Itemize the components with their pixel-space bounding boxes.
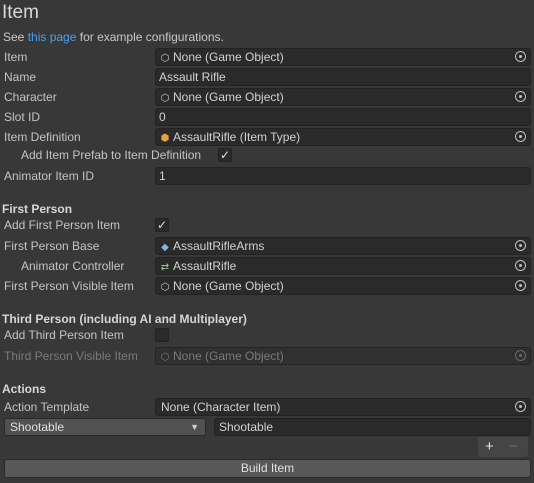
object-picker-icon[interactable] bbox=[515, 131, 526, 142]
action-name-input[interactable]: Shootable bbox=[214, 418, 531, 436]
slot-id-input[interactable]: 0 bbox=[155, 108, 531, 126]
add-third-person-checkbox[interactable] bbox=[155, 328, 169, 342]
object-picker-icon[interactable] bbox=[515, 91, 526, 102]
chevron-down-icon: ▼ bbox=[190, 422, 199, 432]
item-definition-label: Item Definition bbox=[4, 130, 81, 144]
example-config-link[interactable]: this page bbox=[28, 30, 77, 44]
list-controls: + − bbox=[478, 437, 528, 457]
cube-icon: ⬡ bbox=[160, 53, 170, 64]
item-label: Item bbox=[4, 50, 28, 64]
name-label: Name bbox=[4, 70, 37, 84]
first-person-base-value: AssaultRifleArms bbox=[173, 239, 265, 253]
help-prefix: See bbox=[3, 30, 25, 44]
action-template-field[interactable]: None (Character Item) bbox=[155, 398, 531, 416]
animator-controller-label: Animator Controller bbox=[21, 259, 125, 273]
actions-heading: Actions bbox=[2, 382, 47, 396]
page-title: Item bbox=[2, 2, 39, 23]
item-definition-field[interactable]: ⬢ AssaultRifle (Item Type) bbox=[155, 128, 531, 146]
third-person-visible-value: None (Game Object) bbox=[173, 349, 284, 363]
third-person-visible-field: ⬡ None (Game Object) bbox=[155, 347, 531, 365]
action-template-value: None (Character Item) bbox=[161, 400, 281, 414]
character-label: Character bbox=[4, 90, 57, 104]
action-template-label: Action Template bbox=[4, 400, 90, 414]
object-picker-icon[interactable] bbox=[515, 240, 526, 251]
animator-item-id-input[interactable]: 1 bbox=[155, 167, 531, 185]
animator-controller-field[interactable]: ⇄ AssaultRifle bbox=[155, 257, 531, 275]
prefab-icon: ◆ bbox=[161, 242, 169, 253]
first-person-base-field[interactable]: ◆ AssaultRifleArms bbox=[155, 237, 531, 255]
action-type-dropdown[interactable]: Shootable ▼ bbox=[4, 418, 206, 436]
item-type-icon: ⬢ bbox=[160, 133, 170, 144]
add-first-person-label: Add First Person Item bbox=[4, 218, 121, 232]
help-suffix: for example configurations. bbox=[79, 30, 224, 44]
cube-icon: ⬡ bbox=[160, 282, 170, 293]
animator-item-id-label: Animator Item ID bbox=[4, 169, 95, 183]
first-person-visible-label: First Person Visible Item bbox=[4, 279, 134, 293]
add-action-button[interactable]: + bbox=[485, 438, 494, 456]
character-field[interactable]: ⬡ None (Game Object) bbox=[155, 88, 531, 106]
first-person-base-label: First Person Base bbox=[4, 239, 100, 253]
animator-controller-value: AssaultRifle bbox=[173, 259, 237, 273]
item-definition-value: AssaultRifle (Item Type) bbox=[173, 130, 301, 144]
remove-action-button[interactable]: − bbox=[509, 438, 518, 456]
cube-icon: ⬡ bbox=[160, 93, 170, 104]
object-picker-icon[interactable] bbox=[515, 260, 526, 271]
first-person-visible-field[interactable]: ⬡ None (Game Object) bbox=[155, 277, 531, 295]
item-field[interactable]: ⬡ None (Game Object) bbox=[155, 48, 531, 66]
object-picker-icon[interactable] bbox=[515, 51, 526, 62]
add-prefab-checkbox[interactable]: ✓ bbox=[218, 148, 232, 162]
object-picker-icon[interactable] bbox=[515, 401, 526, 412]
item-value: None (Game Object) bbox=[173, 50, 284, 64]
add-first-person-checkbox[interactable]: ✓ bbox=[155, 218, 169, 232]
name-input[interactable]: Assault Rifle bbox=[155, 68, 531, 86]
first-person-visible-value: None (Game Object) bbox=[173, 279, 284, 293]
action-type-value: Shootable bbox=[10, 420, 65, 434]
character-value: None (Game Object) bbox=[173, 90, 284, 104]
add-third-person-label: Add Third Person Item bbox=[4, 328, 124, 342]
add-prefab-label: Add Item Prefab to Item Definition bbox=[21, 148, 202, 162]
third-person-visible-label: Third Person Visible Item bbox=[4, 349, 138, 363]
slot-id-label: Slot ID bbox=[4, 110, 41, 124]
cube-icon: ⬡ bbox=[160, 352, 170, 363]
help-text: See this page for example configurations… bbox=[3, 30, 224, 44]
object-picker-icon bbox=[515, 350, 526, 361]
object-picker-icon[interactable] bbox=[515, 280, 526, 291]
build-item-button[interactable]: Build Item bbox=[4, 459, 531, 478]
animator-icon: ⇄ bbox=[160, 262, 170, 273]
